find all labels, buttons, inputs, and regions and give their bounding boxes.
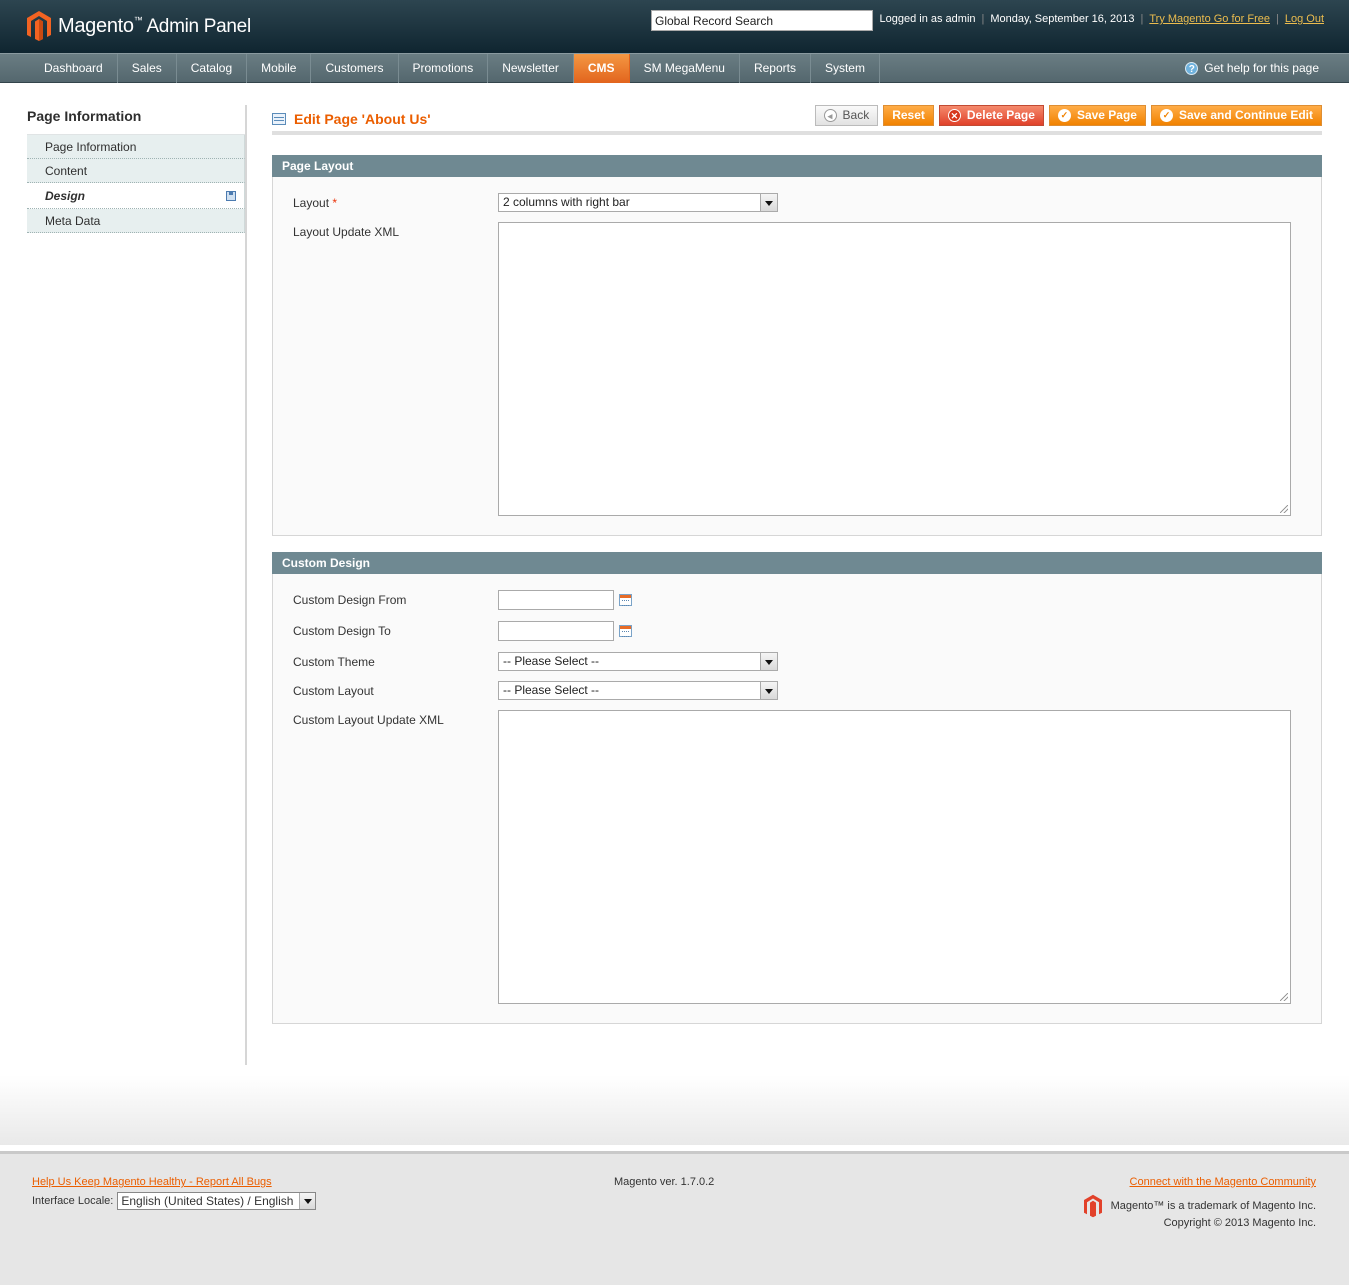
custom-layout-xml-label: Custom Layout Update XML [293, 713, 444, 727]
page-layout-header: Page Layout [272, 155, 1322, 177]
header-bar: Magento™Admin Panel Logged in as admin |… [0, 0, 1349, 53]
nav-catalog[interactable]: Catalog [177, 54, 248, 83]
chevron-down-icon [760, 653, 777, 670]
nav-mobile[interactable]: Mobile [247, 54, 312, 83]
nav-cms[interactable]: CMS [573, 54, 630, 83]
report-bugs-link[interactable]: Help Us Keep Magento Healthy - Report Al… [32, 1176, 272, 1188]
footer-gradient [0, 1075, 1349, 1145]
form-buttons: ◂ Back Reset ✕ Delete Page ✓ Save Page ✓… [814, 105, 1322, 126]
nav-sm-megamenu[interactable]: SM MegaMenu [630, 54, 740, 83]
trademark-notice: Magento™ is a trademark of Magento Inc. [1083, 1194, 1316, 1218]
global-record-search-input[interactable] [651, 10, 873, 31]
nav-promotions[interactable]: Promotions [399, 54, 489, 83]
footer: Help Us Keep Magento Healthy - Report Al… [0, 1151, 1349, 1285]
magento-logo-icon [1083, 1194, 1102, 1218]
copyright: Copyright © 2013 Magento Inc. [1163, 1217, 1316, 1229]
back-arrow-icon: ◂ [823, 109, 837, 122]
page-title: Edit Page 'About Us' [272, 111, 431, 127]
nav-newsletter[interactable]: Newsletter [488, 54, 574, 83]
custom-design-to-input[interactable] [498, 621, 614, 641]
custom-theme-label: Custom Theme [293, 655, 375, 669]
back-button[interactable]: ◂ Back [814, 105, 879, 126]
custom-layout-label: Custom Layout [293, 684, 374, 698]
header-user-info: Logged in as admin | Monday, September 1… [879, 13, 1325, 25]
changed-save-icon [226, 191, 236, 201]
custom-design-to-label: Custom Design To [293, 624, 391, 638]
save-continue-button[interactable]: ✓ Save and Continue Edit [1150, 105, 1322, 126]
layout-xml-label: Layout Update XML [293, 225, 400, 239]
chevron-down-icon [299, 1193, 316, 1209]
help-icon: ? [1185, 62, 1199, 75]
brand-name: Magento [58, 14, 134, 37]
brand-tm: ™ [133, 14, 143, 25]
tab-meta-data[interactable]: Meta Data [27, 209, 245, 233]
nav-sales[interactable]: Sales [118, 54, 177, 83]
nav-customers[interactable]: Customers [311, 54, 399, 83]
custom-design-from-input[interactable] [498, 590, 614, 610]
tab-page-information[interactable]: Page Information [27, 135, 245, 159]
chevron-down-icon [760, 682, 777, 699]
sidebar: Page Information Page Information Conten… [27, 105, 247, 1065]
logged-in-text: Logged in as admin [879, 13, 976, 25]
chevron-down-icon [760, 194, 777, 211]
nav-dashboard[interactable]: Dashboard [30, 54, 118, 83]
magento-version: Magento ver. 1.7.0.2 [614, 1176, 715, 1188]
page-title-text: Edit Page 'About Us' [294, 111, 431, 127]
checkmark-icon: ✓ [1159, 109, 1173, 122]
nav-system[interactable]: System [811, 54, 880, 83]
current-date: Monday, September 16, 2013 [990, 13, 1135, 25]
help-link[interactable]: ? Get help for this page [1185, 54, 1319, 83]
reset-button[interactable]: Reset [883, 105, 934, 126]
locale-label: Interface Locale: [32, 1195, 114, 1207]
calendar-icon[interactable] [619, 625, 632, 637]
custom-layout-select[interactable]: -- Please Select -- [498, 681, 778, 700]
nav-reports[interactable]: Reports [740, 54, 811, 83]
logout-link[interactable]: Log Out [1285, 13, 1324, 25]
sidebar-title: Page Information [27, 105, 245, 135]
content-header: Edit Page 'About Us' ◂ Back Reset ✕ Dele… [272, 105, 1322, 135]
layout-update-xml-textarea[interactable] [498, 222, 1291, 516]
delete-x-icon: ✕ [947, 109, 961, 122]
interface-locale: Interface Locale: English (United States… [32, 1192, 317, 1210]
delete-page-button[interactable]: ✕ Delete Page [938, 105, 1044, 126]
checkmark-icon: ✓ [1057, 109, 1071, 122]
main-nav: Dashboard Sales Catalog Mobile Customers… [0, 53, 1349, 83]
community-link[interactable]: Connect with the Magento Community [1130, 1176, 1316, 1188]
try-magento-go-link[interactable]: Try Magento Go for Free [1149, 13, 1270, 25]
save-page-button[interactable]: ✓ Save Page [1048, 105, 1146, 126]
custom-theme-select[interactable]: -- Please Select -- [498, 652, 778, 671]
custom-design-header: Custom Design [272, 552, 1322, 574]
custom-design-fieldset: Custom Design From Custom Design To Cust… [272, 574, 1322, 1024]
custom-design-from-label: Custom Design From [293, 593, 407, 607]
main-content: Edit Page 'About Us' ◂ Back Reset ✕ Dele… [272, 105, 1322, 1024]
page-grid-icon [272, 113, 286, 125]
help-link-label: Get help for this page [1204, 61, 1319, 75]
locale-select[interactable]: English (United States) / English [117, 1192, 317, 1210]
required-mark: * [332, 196, 338, 210]
tab-content[interactable]: Content [27, 159, 245, 183]
layout-label: Layout * [293, 196, 338, 210]
page-layout-fieldset: Layout * 2 columns with right bar Layout… [272, 177, 1322, 536]
tab-design[interactable]: Design [27, 183, 245, 209]
magento-logo-icon [27, 11, 51, 41]
tab-design-label: Design [45, 189, 86, 203]
calendar-icon[interactable] [619, 594, 632, 606]
brand-subtitle: Admin Panel [146, 15, 251, 37]
layout-select[interactable]: 2 columns with right bar [498, 193, 778, 212]
magento-logo[interactable]: Magento™ Admin Panel [26, 10, 251, 42]
custom-layout-update-xml-textarea[interactable] [498, 710, 1291, 1004]
